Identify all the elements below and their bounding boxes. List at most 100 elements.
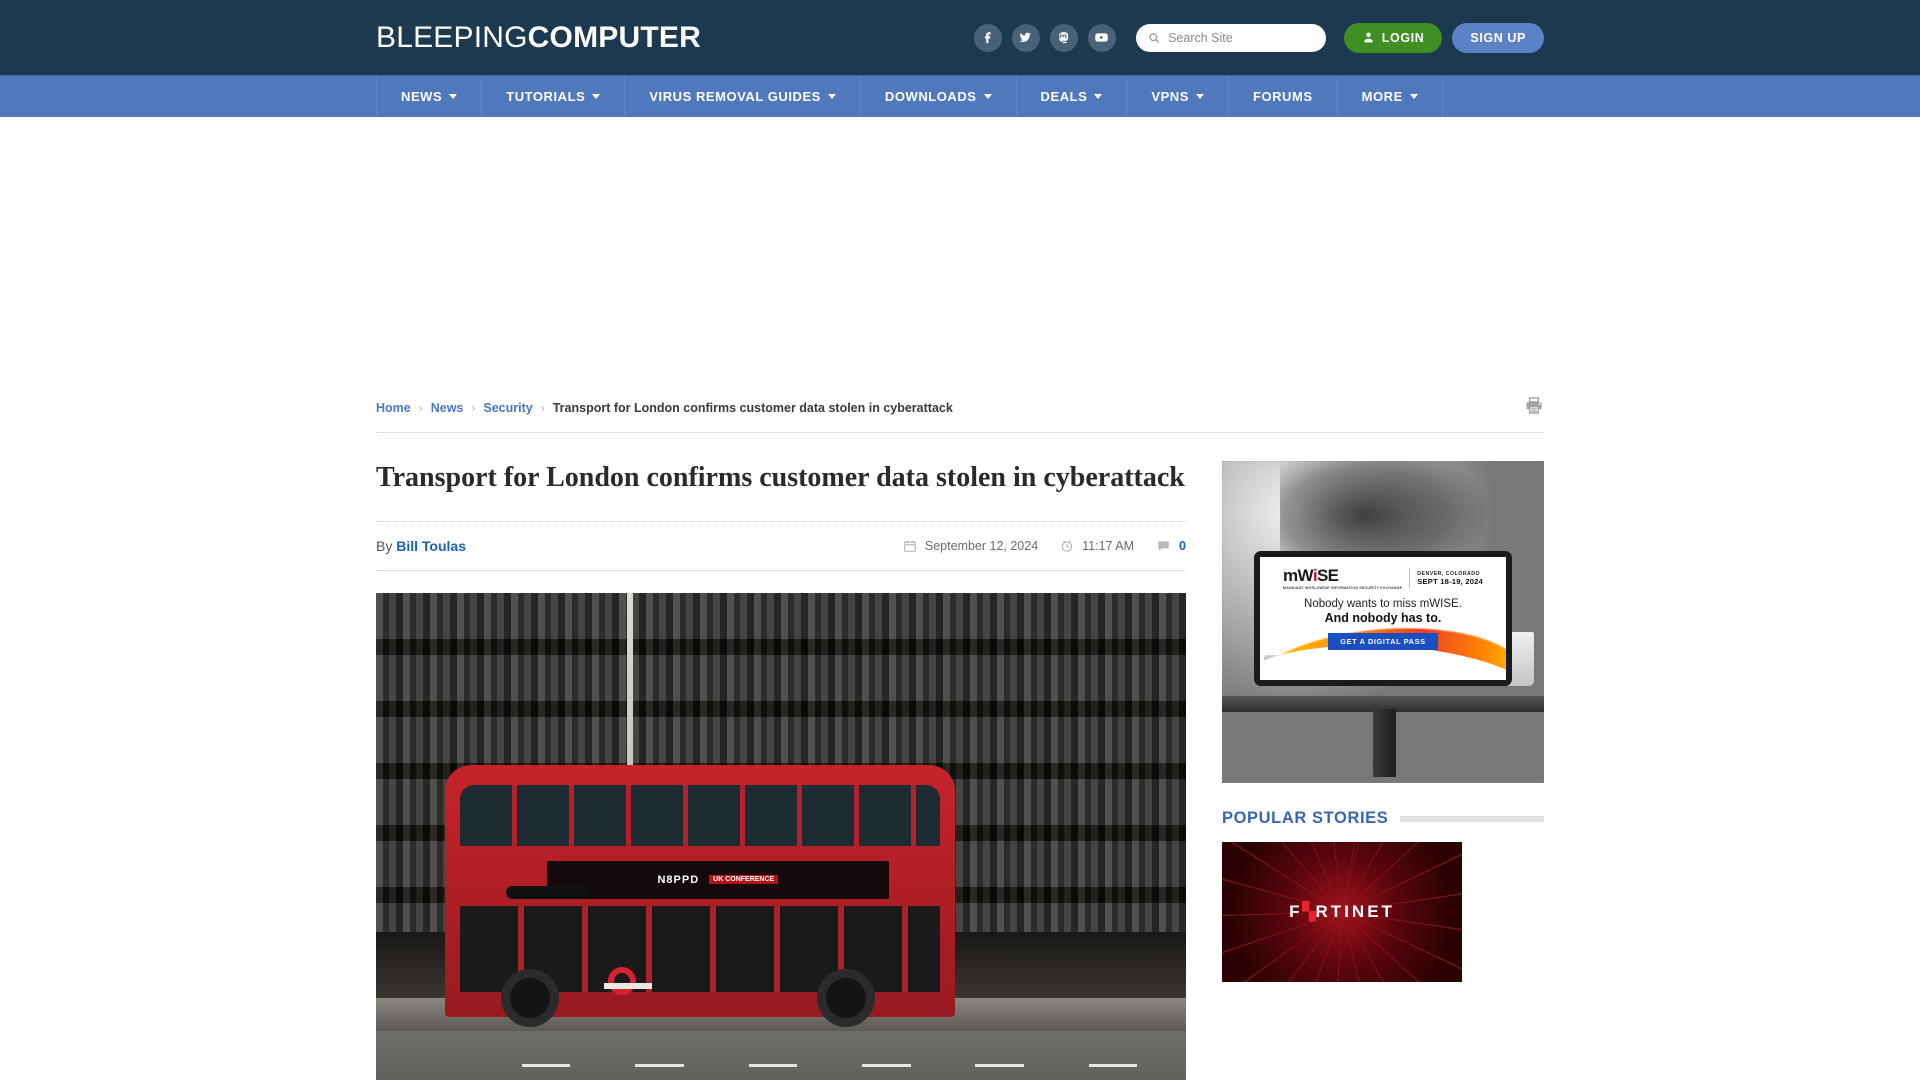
nav-item-virus-removal-guides[interactable]: VIRUS REMOVAL GUIDES bbox=[624, 76, 860, 117]
popular-stories-header: POPULAR STORIES bbox=[1222, 809, 1544, 828]
nav-label: FORUMS bbox=[1252, 89, 1313, 104]
bus-upper-windows bbox=[460, 785, 940, 846]
calendar-icon bbox=[904, 540, 916, 552]
breadcrumb-current: Transport for London confirms customer d… bbox=[552, 401, 953, 415]
breadcrumb-item-home[interactable]: Home bbox=[376, 401, 411, 415]
fortinet-logo: F▚RTINET bbox=[1289, 902, 1395, 921]
section-divider bbox=[1400, 815, 1544, 822]
ad-headline-line2: And nobody has to. bbox=[1324, 611, 1442, 626]
social-links bbox=[973, 23, 1116, 52]
leaderboard-ad-slot bbox=[0, 117, 1920, 392]
ad-divider bbox=[1409, 568, 1411, 589]
bus-advert-text: N8PPD bbox=[657, 873, 700, 886]
search-box[interactable] bbox=[1135, 23, 1326, 52]
ad-table-leg bbox=[1373, 708, 1396, 777]
double-decker-bus: N8PPD UK CONFERENCE bbox=[444, 765, 956, 1028]
nav-item-downloads[interactable]: DOWNLOADS bbox=[859, 76, 1016, 117]
breadcrumb-separator: › bbox=[471, 401, 476, 415]
comment-icon bbox=[1158, 540, 1169, 551]
bus-side-advert: N8PPD UK CONFERENCE bbox=[546, 860, 889, 899]
header-inner: BLEEPINGCOMPUTER Search Site LOGIN SIGN … bbox=[376, 0, 1544, 75]
signup-label: SIGN UP bbox=[1470, 30, 1526, 45]
signup-button[interactable]: SIGN UP bbox=[1452, 22, 1544, 53]
site-header: BLEEPINGCOMPUTER Search Site LOGIN SIGN … bbox=[0, 0, 1920, 75]
header-actions: LOGIN SIGN UP bbox=[973, 22, 1544, 53]
road bbox=[376, 1030, 1186, 1080]
breadcrumb: Home › News › Security › Transport for L… bbox=[376, 401, 953, 415]
youtube-icon[interactable] bbox=[1087, 23, 1116, 52]
nav-item-forums[interactable]: FORUMS bbox=[1227, 76, 1337, 117]
lane-marking bbox=[521, 1063, 571, 1067]
popular-stories-title: POPULAR STORIES bbox=[1222, 809, 1389, 827]
main-navigation: NEWS TUTORIALS VIRUS REMOVAL GUIDES DOWN… bbox=[0, 75, 1920, 117]
nav-item-more[interactable]: MORE bbox=[1336, 76, 1443, 117]
content-row: Transport for London confirms customer d… bbox=[376, 433, 1544, 1080]
sidebar-ad-mwise[interactable]: mWiSE MANDIANT WORLDWIDE INFORMATION SEC… bbox=[1222, 461, 1544, 783]
breadcrumb-row: Home › News › Security › Transport for L… bbox=[376, 392, 1544, 433]
lane-marking bbox=[975, 1063, 1024, 1067]
chevron-down-icon bbox=[1195, 94, 1204, 99]
chevron-down-icon bbox=[592, 94, 601, 99]
lane-marking bbox=[635, 1063, 684, 1067]
comment-count[interactable]: 0 bbox=[1156, 539, 1186, 553]
nav-label: DOWNLOADS bbox=[884, 89, 977, 104]
mwise-logo-subtitle: MANDIANT WORLDWIDE INFORMATION SECURITY … bbox=[1283, 586, 1403, 591]
nav-label: VIRUS REMOVAL GUIDES bbox=[649, 89, 821, 104]
printer-icon[interactable] bbox=[1524, 396, 1544, 420]
article-column: Transport for London confirms customer d… bbox=[376, 461, 1186, 1080]
nav-inner: NEWS TUTORIALS VIRUS REMOVAL GUIDES DOWN… bbox=[376, 76, 1544, 117]
ad-dates: SEPT 18-19, 2024 bbox=[1417, 576, 1483, 586]
ad-header: mWiSE MANDIANT WORLDWIDE INFORMATION SEC… bbox=[1283, 566, 1483, 590]
breadcrumb-separator: › bbox=[540, 401, 545, 415]
chevron-down-icon bbox=[1409, 94, 1418, 99]
facebook-icon[interactable] bbox=[973, 23, 1002, 52]
mastodon-icon[interactable] bbox=[1049, 23, 1078, 52]
ad-laptop: mWiSE MANDIANT WORLDWIDE INFORMATION SEC… bbox=[1254, 551, 1512, 687]
publish-time-text: 11:17 AM bbox=[1082, 538, 1135, 553]
tfl-roundel-icon bbox=[604, 966, 653, 995]
comment-count-value: 0 bbox=[1179, 538, 1186, 553]
lane-marking bbox=[862, 1063, 911, 1067]
ad-headline-line1: Nobody wants to miss mWISE. bbox=[1304, 598, 1462, 611]
bus-advert-badge: UK CONFERENCE bbox=[709, 875, 779, 885]
publish-date: September 12, 2024 bbox=[903, 539, 1038, 553]
popular-story-thumbnail[interactable]: F▚RTINET bbox=[1222, 842, 1462, 982]
lane-marking bbox=[1088, 1063, 1138, 1067]
bus-destination-board bbox=[506, 886, 588, 899]
user-icon bbox=[1363, 32, 1373, 43]
lane-marking bbox=[748, 1063, 798, 1067]
breadcrumb-separator: › bbox=[418, 401, 423, 415]
nav-item-vpns[interactable]: VPNS bbox=[1126, 76, 1228, 117]
author-link[interactable]: Bill Toulas bbox=[396, 538, 466, 554]
mwise-logo: mWiSE bbox=[1283, 566, 1339, 586]
site-logo[interactable]: BLEEPINGCOMPUTER bbox=[376, 21, 701, 55]
nav-item-tutorials[interactable]: TUTORIALS bbox=[481, 76, 624, 117]
article-meta: September 12, 2024 11:17 AM 0 bbox=[903, 539, 1186, 553]
sidebar: mWiSE MANDIANT WORLDWIDE INFORMATION SEC… bbox=[1222, 461, 1544, 1080]
page-title: Transport for London confirms customer d… bbox=[376, 461, 1186, 522]
chevron-down-icon bbox=[449, 94, 458, 99]
nav-label: NEWS bbox=[401, 89, 443, 104]
nav-label: TUTORIALS bbox=[506, 89, 586, 104]
nav-item-news[interactable]: NEWS bbox=[376, 76, 481, 117]
bus-wheel bbox=[500, 969, 559, 1028]
byline: By Bill Toulas bbox=[376, 538, 466, 554]
chevron-down-icon bbox=[1094, 94, 1103, 99]
fortinet-logo-mark: ▚ bbox=[1302, 902, 1316, 921]
by-label: By bbox=[376, 537, 393, 554]
login-button[interactable]: LOGIN bbox=[1343, 22, 1443, 53]
byline-row: By Bill Toulas September 12, 2024 11:17 … bbox=[376, 522, 1186, 571]
breadcrumb-item-security[interactable]: Security bbox=[483, 401, 532, 415]
nav-item-deals[interactable]: DEALS bbox=[1015, 76, 1127, 117]
article-hero-image: N8PPD UK CONFERENCE bbox=[376, 592, 1186, 1080]
nav-label: MORE bbox=[1361, 89, 1403, 104]
twitter-icon[interactable] bbox=[1011, 23, 1040, 52]
ad-city: DENVER, COLORADO bbox=[1417, 570, 1481, 577]
logo-text-bold: COMPUTER bbox=[527, 20, 701, 54]
ad-cta-button[interactable]: GET A DIGITAL PASS bbox=[1328, 633, 1438, 651]
ad-tree-blur bbox=[1279, 461, 1493, 565]
chevron-down-icon bbox=[827, 94, 836, 99]
login-label: LOGIN bbox=[1381, 30, 1425, 45]
search-input[interactable] bbox=[1168, 30, 1314, 45]
breadcrumb-item-news[interactable]: News bbox=[431, 401, 464, 415]
